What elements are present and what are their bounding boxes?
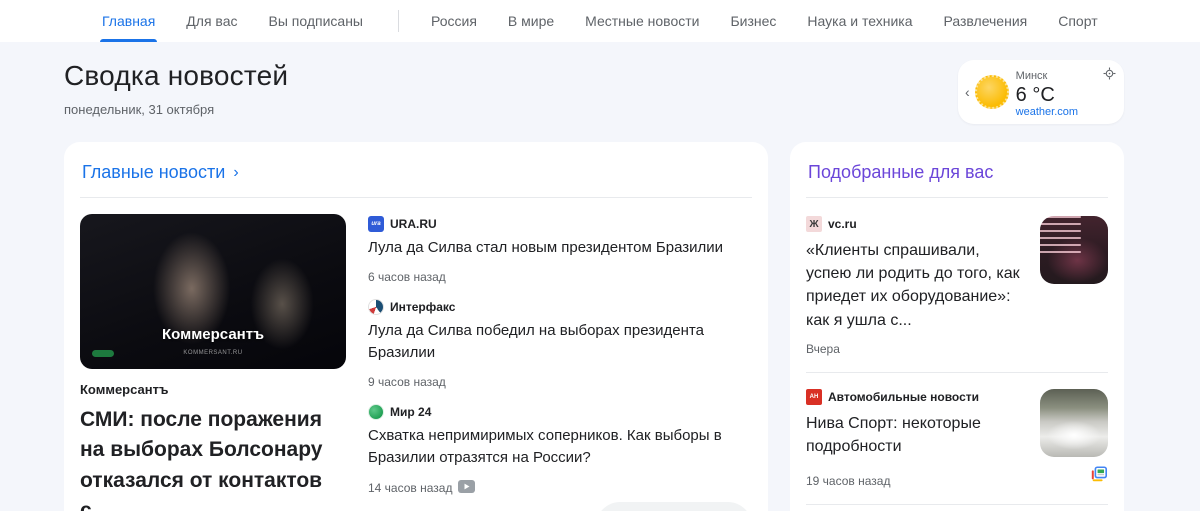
lead-source-row: Коммерсантъ [80,382,346,397]
auto-news-icon: АН [806,388,822,405]
source-row: Интерфакс [368,298,752,315]
source-row: ura URA.RU [368,216,752,232]
vc-ru-icon: Ж [806,216,822,232]
story-divider [806,371,1108,373]
picked-time: Вчера [806,341,840,356]
mir24-icon [368,403,384,420]
weather-city: Минск [1015,69,1048,82]
related-time: 6 часов назад [368,269,446,284]
weather-info: Минск 6 °C weather.com [1016,67,1116,118]
related-story: ura URA.RU Лула да Силва стал новым през… [368,216,752,284]
picked-for-you-title: Подобранные для вас [808,162,994,182]
picked-for-you-header[interactable]: Подобранные для вас [806,158,1108,197]
page-header: Сводка новостей понедельник, 31 октября … [64,60,1124,124]
top-navigation: Главная Для вас Вы подписаны Россия В ми… [0,0,1200,42]
tab-entertainment[interactable]: Развлечения [941,0,1029,42]
tab-home[interactable]: Главная [100,0,158,42]
picked-headline[interactable]: «Клиенты спрашивали, успею ли родить до … [806,239,1028,332]
tab-local-news[interactable]: Местные новости [583,0,701,42]
briefing-header: Сводка новостей понедельник, 31 октября [64,60,288,117]
related-headline[interactable]: Лула да Силва победил на выборах президе… [368,320,752,365]
related-time: 9 часов назад [368,374,446,389]
source-name[interactable]: URA.RU [390,217,437,231]
top-stories-header[interactable]: Главные новости › [80,158,752,197]
source-name[interactable]: Автомобильные новости [828,390,979,404]
section-divider [806,197,1108,198]
page-title: Сводка новостей [64,60,289,91]
weather-prev-button[interactable]: ‹ [962,84,973,100]
source-row: АН Автомобильные новости [806,388,1028,405]
interfax-icon [368,298,384,315]
page-content: Сводка новостей понедельник, 31 октября … [0,60,1200,511]
weather-widget[interactable]: ‹ Минск 6 °C weather.com [958,60,1124,124]
picked-story-thumbnail[interactable] [1040,388,1108,457]
picked-time: 19 часов назад [806,474,891,489]
picked-for-you-card: Подобранные для вас Ж vc.ru «Клиенты спр… [790,142,1124,511]
image-watermark-sub: KOMMERSANT.RU [183,350,243,356]
related-time-text: 14 часов назад [368,480,453,495]
nav-divider [397,10,399,32]
chevron-right-icon: › [233,163,239,181]
full-coverage-icon[interactable] [1090,465,1108,488]
tab-for-you[interactable]: Для вас [184,0,239,42]
picked-story-thumbnail[interactable] [1040,216,1108,284]
tab-science-tech[interactable]: Наука и техника [805,0,914,42]
tab-russia[interactable]: Россия [429,0,479,42]
source-name[interactable]: vc.ru [828,217,857,231]
image-watermark: Коммерсантъ [161,326,265,343]
weather-source-link[interactable]: weather.com [1016,106,1116,118]
section-divider [80,197,752,198]
video-icon [458,479,476,496]
tab-sport[interactable]: Спорт [1056,0,1099,42]
picked-headline[interactable]: Нива Спорт: некоторые подробности [806,412,1028,458]
lead-headline[interactable]: СМИ: после поражения на выборах Болсонар… [80,405,346,511]
sun-icon [974,75,1009,109]
source-name[interactable]: Интерфакс [390,300,455,314]
location-icon[interactable] [1103,67,1116,85]
top-stories-title: Главные новости [82,162,226,182]
related-headline[interactable]: Схватка непримиримых соперников. Как выб… [368,425,752,470]
lead-source-name[interactable]: Коммерсантъ [80,382,168,397]
tab-following[interactable]: Вы подписаны [266,0,365,42]
page-date: понедельник, 31 октября [64,102,215,117]
picked-story: АН Автомобильные новости Нива Спорт: нек… [806,387,1108,502]
related-headline[interactable]: Лула да Силва стал новым президентом Бра… [368,237,752,260]
top-stories-card: Главные новости › Коммерсантъ KOMMERSANT… [64,142,768,511]
related-story: Интерфакс Лула да Силва победил на выбор… [368,298,752,389]
cards-row: Главные новости › Коммерсантъ KOMMERSANT… [64,142,1124,511]
full-coverage-button[interactable]: Взгляд с разных сторон [596,501,752,511]
source-row: Ж vc.ru [806,216,1028,232]
picked-story: Ж vc.ru «Клиенты спрашивали, успею ли ро… [806,214,1108,370]
story-divider [806,504,1108,506]
related-time: 14 часов назад [368,479,752,496]
related-story: Мир 24 Схватка непримиримых соперников. … [368,403,752,496]
story-cluster: Коммерсантъ KOMMERSANT.RU Коммерсантъ СМ… [80,214,752,511]
related-stories: ura URA.RU Лула да Силва стал новым през… [346,214,752,511]
lead-story-image[interactable]: Коммерсантъ KOMMERSANT.RU [80,214,346,369]
source-name[interactable]: Мир 24 [390,405,431,419]
tab-world[interactable]: В мире [506,0,556,42]
source-row: Мир 24 [368,403,752,420]
lead-story: Коммерсантъ KOMMERSANT.RU Коммерсантъ СМ… [80,214,346,511]
ura-ru-icon: ura [368,216,384,232]
weather-temperature: 6 °C [1015,83,1055,106]
tab-business[interactable]: Бизнес [728,0,778,42]
